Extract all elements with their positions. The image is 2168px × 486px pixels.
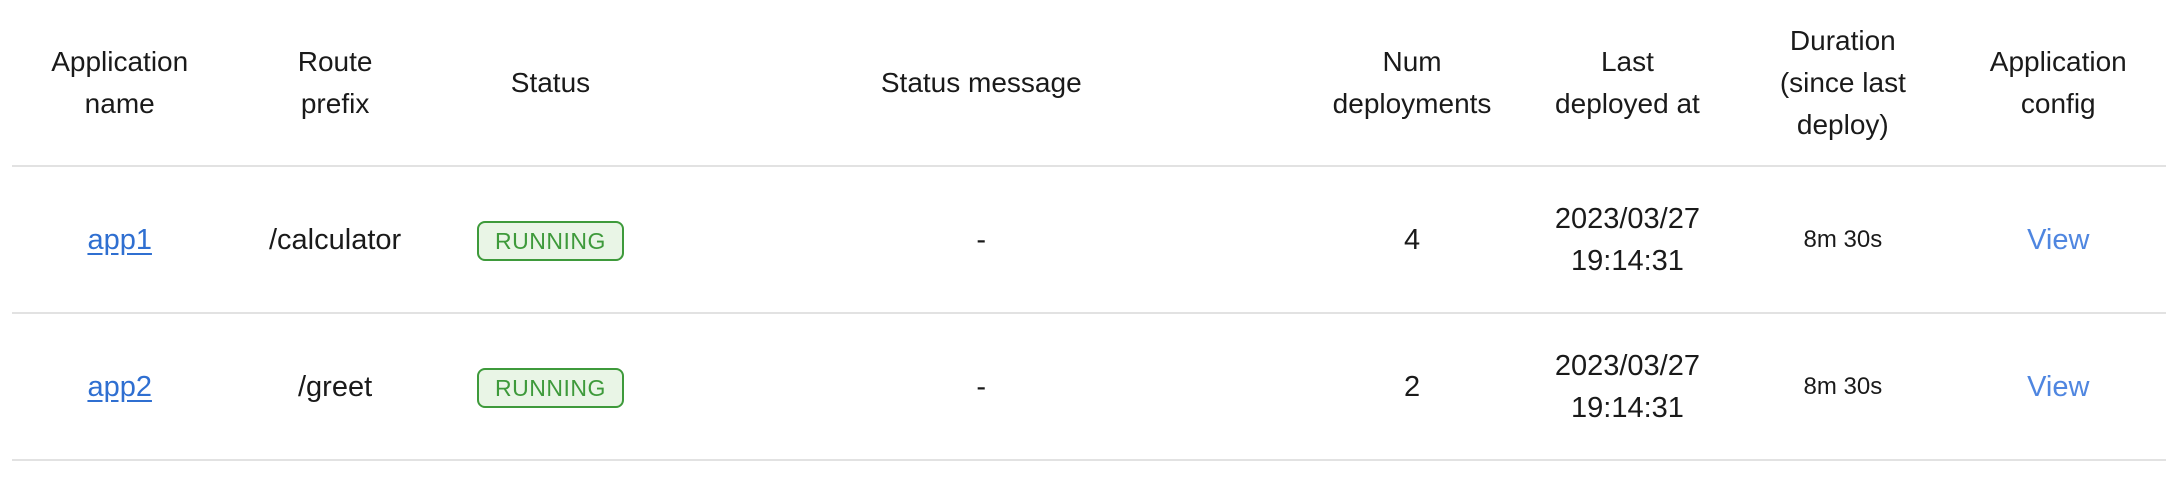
cell-application-name: app2 bbox=[12, 313, 228, 461]
cell-duration: 8m 30s bbox=[1735, 313, 1951, 461]
app-name-link[interactable]: app1 bbox=[87, 224, 152, 256]
applications-table: Application name Route prefix Status Sta… bbox=[12, 0, 2166, 461]
cell-status: RUNNING bbox=[442, 166, 659, 314]
cell-num-deployments: 4 bbox=[1304, 166, 1520, 314]
view-config-link[interactable]: View bbox=[2027, 371, 2089, 403]
status-badge: RUNNING bbox=[477, 367, 624, 408]
header-application-config[interactable]: Application config bbox=[1950, 0, 2166, 167]
header-duration[interactable]: Duration (since last deploy) bbox=[1735, 0, 1951, 167]
header-last-deployed-at[interactable]: Last deployed at bbox=[1519, 0, 1736, 167]
table-header-row: Application name Route prefix Status Sta… bbox=[12, 0, 2166, 167]
header-route-prefix[interactable]: Route prefix bbox=[227, 0, 443, 167]
table-row: app1 /calculator RUNNING - 4 2023/03/27 … bbox=[12, 166, 2166, 314]
table-row: app2 /greet RUNNING - 2 2023/03/27 19:14… bbox=[12, 313, 2166, 461]
header-application-name[interactable]: Application name bbox=[12, 0, 228, 167]
cell-route-prefix: /greet bbox=[227, 313, 443, 461]
header-status-message[interactable]: Status message bbox=[658, 0, 1305, 167]
cell-application-config: View bbox=[1950, 313, 2166, 461]
view-config-link[interactable]: View bbox=[2027, 224, 2089, 256]
cell-status-message: - bbox=[658, 166, 1305, 314]
cell-application-config: View bbox=[1950, 166, 2166, 314]
cell-duration: 8m 30s bbox=[1735, 166, 1951, 314]
cell-status: RUNNING bbox=[442, 313, 659, 461]
cell-route-prefix: /calculator bbox=[227, 166, 443, 314]
cell-last-deployed-at: 2023/03/27 19:14:31 bbox=[1519, 313, 1736, 461]
header-num-deployments[interactable]: Num deployments bbox=[1304, 0, 1520, 167]
header-status[interactable]: Status bbox=[442, 0, 659, 167]
cell-status-message: - bbox=[658, 313, 1305, 461]
app-name-link[interactable]: app2 bbox=[87, 371, 152, 403]
cell-num-deployments: 2 bbox=[1304, 313, 1520, 461]
applications-table-container: Application name Route prefix Status Sta… bbox=[12, 0, 2166, 461]
cell-last-deployed-at: 2023/03/27 19:14:31 bbox=[1519, 166, 1736, 314]
cell-application-name: app1 bbox=[12, 166, 228, 314]
status-badge: RUNNING bbox=[477, 220, 624, 261]
